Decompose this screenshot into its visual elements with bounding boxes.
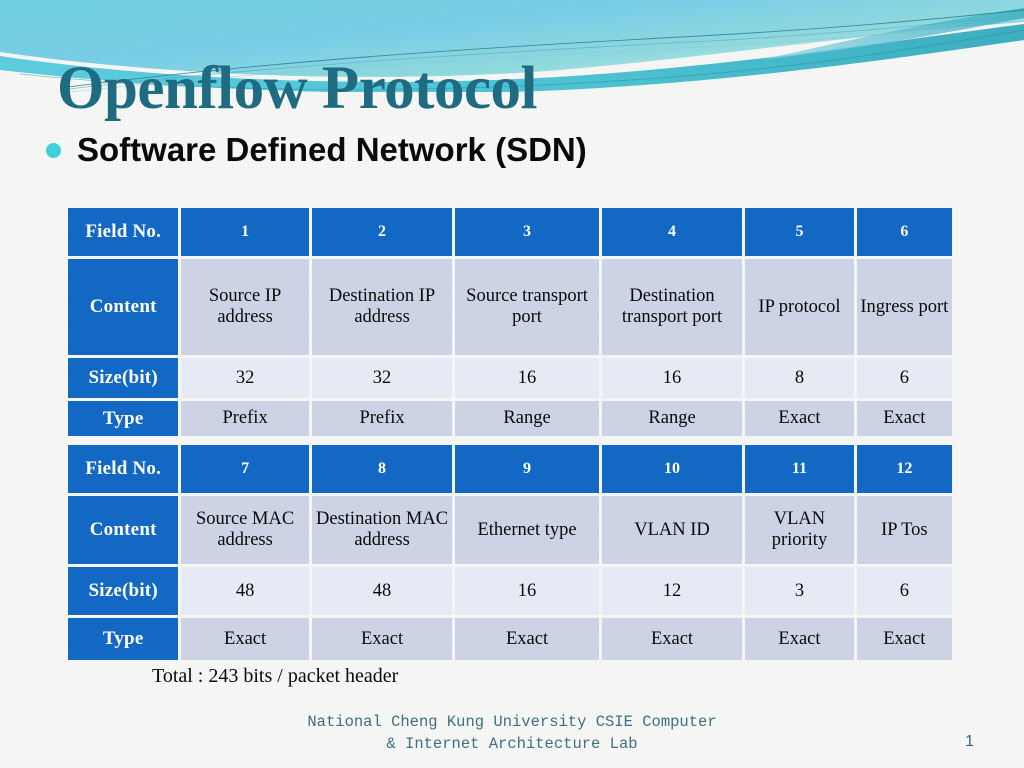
content-cell: IP protocol — [745, 259, 854, 355]
type-cell: Exact — [856, 618, 952, 660]
size-cell: 16 — [601, 358, 743, 398]
type-cell: Range — [601, 401, 743, 436]
field-no-cell: 5 — [745, 208, 854, 256]
page-title: Openflow Protocol — [57, 55, 538, 122]
field-no-cell: 1 — [181, 208, 309, 256]
field-no-cell: 11 — [745, 445, 854, 493]
type-cell: Prefix — [181, 401, 309, 436]
footer-line-1: National Cheng Kung University CSIE Comp… — [307, 713, 717, 731]
content-cell: Source IP address — [181, 259, 309, 355]
subtitle-text: Software Defined Network (SDN) — [77, 131, 587, 168]
type-cell: Exact — [745, 401, 854, 436]
row-label-field-no: Field No. — [68, 208, 179, 256]
content-cell: Destination IP address — [311, 259, 453, 355]
type-cell: Range — [455, 401, 599, 436]
type-cell: Exact — [601, 618, 743, 660]
type-cell: Exact — [181, 618, 309, 660]
table-row: Content Source IP address Destination IP… — [68, 259, 952, 355]
row-label-type: Type — [68, 401, 179, 436]
field-no-cell: 8 — [311, 445, 453, 493]
footer-credit: National Cheng Kung University CSIE Comp… — [0, 711, 1024, 755]
content-cell: VLAN priority — [745, 496, 854, 564]
size-cell: 12 — [601, 567, 743, 615]
table-row: Field No. 7 8 9 10 11 12 — [68, 445, 952, 493]
type-cell: Exact — [455, 618, 599, 660]
type-cell: Prefix — [311, 401, 453, 436]
size-cell: 32 — [311, 358, 453, 398]
table-row: Size(bit) 48 48 16 12 3 6 — [68, 567, 952, 615]
table-row: Type Prefix Prefix Range Range Exact Exa… — [68, 401, 952, 436]
table-row: Size(bit) 32 32 16 16 8 6 — [68, 358, 952, 398]
page-number: 1 — [965, 733, 974, 750]
total-bits-note: Total : 243 bits / packet header — [152, 665, 399, 687]
table-row: Field No. 1 2 3 4 5 6 — [68, 208, 952, 256]
size-cell: 16 — [455, 567, 599, 615]
size-cell: 8 — [745, 358, 854, 398]
content-cell: Destination MAC address — [311, 496, 453, 564]
size-cell: 3 — [745, 567, 854, 615]
size-cell: 6 — [856, 567, 952, 615]
size-cell: 48 — [181, 567, 309, 615]
size-cell: 48 — [311, 567, 453, 615]
row-label-field-no: Field No. — [68, 445, 179, 493]
field-no-cell: 4 — [601, 208, 743, 256]
table-row: Type Exact Exact Exact Exact Exact Exact — [68, 618, 952, 660]
content-cell: IP Tos — [856, 496, 952, 564]
field-no-cell: 3 — [455, 208, 599, 256]
content-cell: VLAN ID — [601, 496, 743, 564]
field-no-cell: 7 — [181, 445, 309, 493]
content-cell: Ethernet type — [455, 496, 599, 564]
content-cell: Ingress port — [856, 259, 952, 355]
content-cell: Source transport port — [455, 259, 599, 355]
fields-table-2: Field No. 7 8 9 10 11 12 Content Source … — [65, 442, 955, 663]
row-label-content: Content — [68, 496, 179, 564]
footer-line-2: & Internet Architecture Lab — [386, 735, 638, 753]
type-cell: Exact — [745, 618, 854, 660]
size-cell: 32 — [181, 358, 309, 398]
content-cell: Destination transport port — [601, 259, 743, 355]
size-cell: 16 — [455, 358, 599, 398]
type-cell: Exact — [856, 401, 952, 436]
table-row: Content Source MAC address Destination M… — [68, 496, 952, 564]
size-cell: 6 — [856, 358, 952, 398]
content-cell: Source MAC address — [181, 496, 309, 564]
field-no-cell: 2 — [311, 208, 453, 256]
field-no-cell: 12 — [856, 445, 952, 493]
subtitle-bullet-row: Software Defined Network (SDN) — [46, 131, 587, 169]
type-cell: Exact — [311, 618, 453, 660]
fields-table-1: Field No. 1 2 3 4 5 6 Content Source IP … — [65, 205, 955, 439]
field-no-cell: 6 — [856, 208, 952, 256]
field-no-cell: 10 — [601, 445, 743, 493]
row-label-content: Content — [68, 259, 179, 355]
row-label-type: Type — [68, 618, 179, 660]
row-label-size: Size(bit) — [68, 358, 179, 398]
bullet-dot-icon — [46, 142, 61, 158]
field-no-cell: 9 — [455, 445, 599, 493]
row-label-size: Size(bit) — [68, 567, 179, 615]
